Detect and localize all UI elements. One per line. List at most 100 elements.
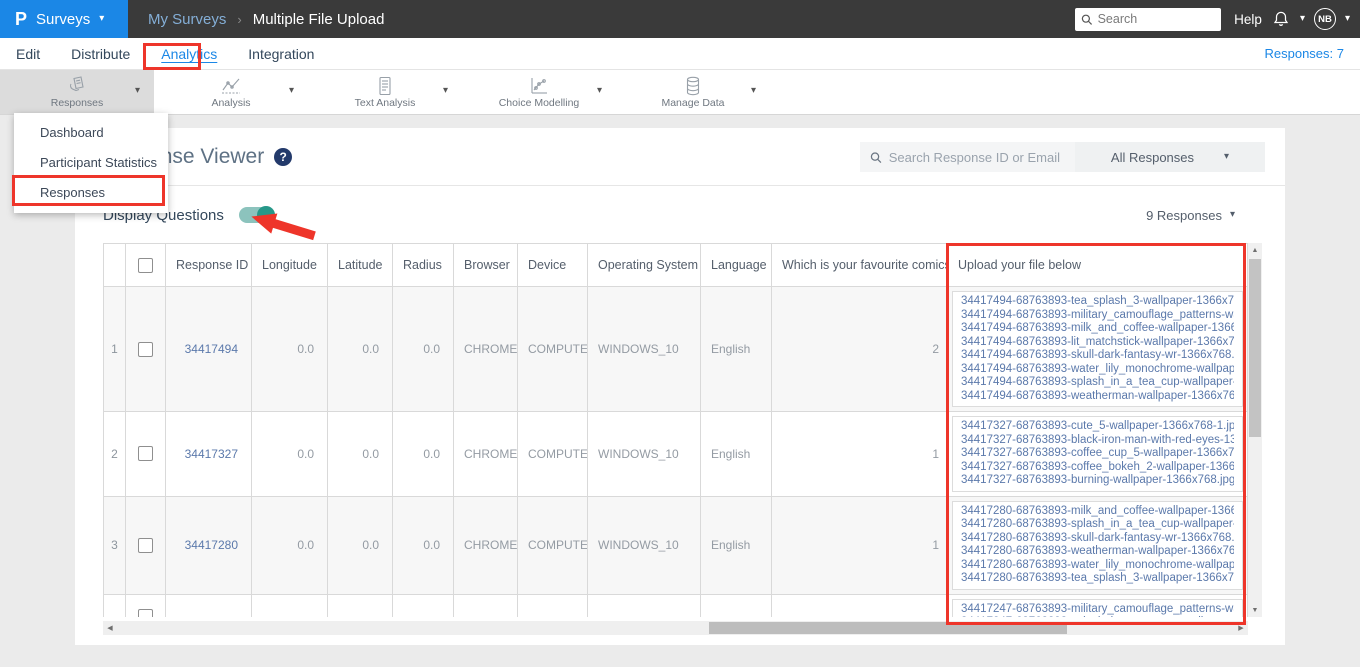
file-link[interactable]: 34417494-68763893-military_camouflage_pa… [961, 309, 1234, 323]
cell-latitude: 0.0 [328, 287, 393, 411]
menu-item-dashboard[interactable]: Dashboard [14, 118, 168, 148]
scroll-right-icon[interactable]: ▶ [1234, 621, 1248, 635]
responses-count-dropdown[interactable]: 9 Responses ▾ [1146, 208, 1235, 223]
file-link[interactable]: 34417280-68763893-skull-dark-fantasy-wr-… [961, 532, 1234, 546]
table-row: 1344174940.00.00.0CHROMECOMPUTERWINDOWS_… [104, 287, 1248, 412]
global-search[interactable] [1075, 7, 1222, 31]
search-icon [870, 151, 882, 163]
file-link[interactable]: 34417327-68763893-black-iron-man-with-re… [961, 434, 1234, 448]
notifications-bell-icon[interactable] [1271, 9, 1291, 29]
file-link[interactable]: 34417494-68763893-splash_in_a_tea_cup-wa… [961, 376, 1234, 390]
file-link[interactable]: 34417280-68763893-weatherman-wallpaper-1… [961, 545, 1234, 559]
file-link[interactable]: 34417247-68763893-military_camouflage_pa… [961, 603, 1234, 617]
cell-longitude: 0.0 [252, 287, 328, 411]
chevron-down-icon[interactable]: ▾ [443, 85, 448, 96]
response-id-link[interactable]: 34417280 [166, 496, 252, 594]
horizontal-scrollbar[interactable]: ◀ ▶ [103, 621, 1248, 635]
select-all-checkbox[interactable] [138, 257, 153, 273]
toolbar-item-choice-modelling[interactable]: Choice Modelling ▾ [462, 70, 616, 114]
response-filter-dropdown[interactable]: All Responses ▾ [1075, 142, 1265, 172]
scroll-left-icon[interactable]: ◀ [103, 621, 117, 635]
uploaded-files-list: 34417327-68763893-cute_5-wallpaper-1366x… [952, 416, 1243, 492]
column-header-latitude[interactable]: Latitude [328, 244, 393, 286]
column-header-which-is-your-favourite-comics-[interactable]: Which is your favourite comics? [772, 244, 948, 286]
cell-comics: 2 [772, 287, 948, 411]
questionpro-logo-icon: P [15, 8, 28, 29]
breadcrumb-current: Multiple File Upload [252, 10, 385, 28]
toolbar-item-manage-data[interactable]: Manage Data ▾ [616, 70, 770, 114]
chevron-down-icon[interactable]: ▾ [1345, 14, 1350, 24]
column-header-browser[interactable]: Browser [454, 244, 518, 286]
chevron-down-icon[interactable]: ▾ [289, 85, 294, 96]
vertical-scrollbar[interactable]: ▲ ▼ [1248, 243, 1262, 617]
column-header-radius[interactable]: Radius [393, 244, 454, 286]
row-checkbox-cell [126, 412, 166, 496]
column-header-upload-your-file-below[interactable]: Upload your file below [948, 244, 1248, 286]
menu-item-participant-statistics[interactable]: Participant Statistics [14, 148, 168, 178]
column-header-operating-system[interactable]: Operating System [588, 244, 701, 286]
response-id-link[interactable] [166, 594, 252, 617]
menu-item-responses[interactable]: Responses [14, 178, 168, 208]
file-link[interactable]: 34417327-68763893-coffee_bokeh_2-wallpap… [961, 461, 1234, 475]
response-filter-value: All Responses [1110, 149, 1195, 165]
file-link[interactable]: 34417280-68763893-water_lily_monochrome-… [961, 559, 1234, 573]
row-checkbox[interactable] [138, 341, 153, 357]
file-link[interactable]: 34417494-68763893-milk_and_coffee-wallpa… [961, 322, 1234, 336]
file-link[interactable]: 34417494-68763893-tea_splash_3-wallpaper… [961, 295, 1234, 309]
file-link[interactable]: 34417280-68763893-milk_and_coffee-wallpa… [961, 505, 1234, 519]
file-link[interactable]: 34417327-68763893-burning-wallpaper-1366… [961, 474, 1234, 488]
row-checkbox[interactable] [138, 537, 153, 553]
file-link[interactable]: 34417247-68763893-splash_in_a_tea_cup-wa… [961, 616, 1234, 617]
response-id-link[interactable]: 34417494 [166, 287, 252, 411]
file-link[interactable]: 34417494-68763893-skull-dark-fantasy-wr-… [961, 349, 1234, 363]
toolbar-item-text-analysis[interactable]: Text Analysis ▾ [308, 70, 462, 114]
topbar: P Surveys ▾ My Surveys › Multiple File U… [0, 0, 1360, 38]
display-questions-toggle[interactable] [238, 206, 275, 224]
column-header-response-id[interactable]: Response ID▲ [166, 244, 252, 286]
avatar[interactable]: NB [1313, 8, 1336, 30]
app-switcher[interactable]: P Surveys ▾ [0, 0, 128, 38]
column-header-language[interactable]: Language [701, 244, 772, 286]
file-link[interactable]: 34417494-68763893-weatherman-wallpaper-1… [961, 390, 1234, 404]
tab-analytics[interactable]: Analytics [161, 46, 217, 62]
response-search[interactable] [860, 142, 1075, 172]
toggle-knob [256, 206, 275, 224]
file-link[interactable]: 34417494-68763893-lit_matchstick-wallpap… [961, 336, 1234, 350]
response-viewer-panel: Response Viewer ? All Responses ▾ Displa… [75, 128, 1285, 645]
cell-os: WINDOWS_10 [588, 287, 701, 411]
tab-edit[interactable]: Edit [16, 46, 40, 62]
scroll-up-icon[interactable]: ▲ [1248, 243, 1262, 257]
toolbar-item-analysis[interactable]: Analysis ▾ [154, 70, 308, 114]
file-link[interactable]: 34417327-68763893-cute_5-wallpaper-1366x… [961, 420, 1234, 434]
toolbar-item-responses[interactable]: Responses ▾ [0, 70, 154, 114]
tab-integration[interactable]: Integration [248, 46, 314, 62]
scroll-down-icon[interactable]: ▼ [1248, 603, 1262, 617]
chevron-down-icon[interactable]: ▾ [1300, 14, 1305, 24]
row-checkbox[interactable] [138, 608, 153, 617]
vertical-scroll-thumb[interactable] [1249, 259, 1261, 437]
cell-radius: 0.0 [393, 496, 454, 594]
tab-distribute[interactable]: Distribute [71, 46, 130, 62]
chevron-down-icon[interactable]: ▾ [135, 85, 140, 96]
divider [75, 185, 1285, 186]
response-id-link[interactable]: 34417327 [166, 412, 252, 496]
chevron-down-icon[interactable]: ▾ [597, 85, 602, 96]
chevron-down-icon[interactable]: ▾ [751, 85, 756, 96]
column-header-device[interactable]: Device [518, 244, 588, 286]
cell-comics: 1 [772, 412, 948, 496]
cell-language [701, 594, 772, 617]
tabbar: Edit Distribute Analytics Integration Respo… [0, 38, 1360, 70]
global-search-input[interactable] [1097, 12, 1216, 26]
file-link[interactable]: 34417494-68763893-water_lily_monochrome-… [961, 363, 1234, 377]
analytics-toolbar: Responses ▾ Analysis ▾ Text Analysis ▾ Choice … [0, 70, 1360, 115]
response-search-input[interactable] [888, 149, 1065, 165]
horizontal-scroll-thumb[interactable] [709, 622, 1067, 634]
help-link[interactable]: Help [1234, 12, 1262, 27]
breadcrumb-my-surveys[interactable]: My Surveys [148, 11, 226, 28]
help-icon[interactable]: ? [274, 148, 293, 166]
column-header-longitude[interactable]: Longitude [252, 244, 328, 286]
file-link[interactable]: 34417280-68763893-tea_splash_3-wallpaper… [961, 572, 1234, 586]
file-link[interactable]: 34417327-68763893-coffee_cup_5-wallpaper… [961, 447, 1234, 461]
row-checkbox[interactable] [138, 446, 153, 462]
file-link[interactable]: 34417280-68763893-splash_in_a_tea_cup-wa… [961, 518, 1234, 532]
